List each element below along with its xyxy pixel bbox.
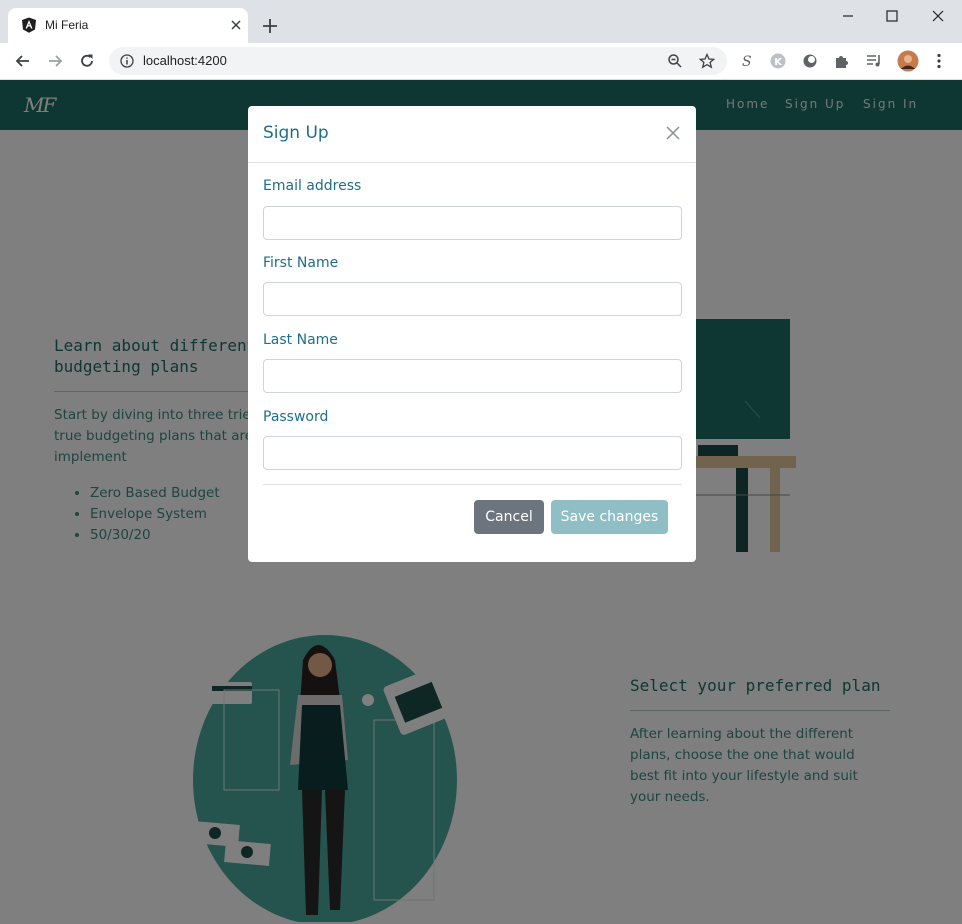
sign-up-modal: Sign Up Email address First Name Last Na… [248,106,696,562]
first-name-label: First Name [263,255,339,271]
site-info-icon[interactable] [120,54,134,68]
extension-circle-icon[interactable] [801,52,819,70]
extension-k-icon[interactable]: K [769,52,787,70]
svg-text:K: K [774,57,783,68]
browser-menu-icon[interactable] [930,52,948,70]
zoom-icon[interactable] [667,53,683,69]
angular-favicon-icon [22,17,36,33]
modal-close-icon[interactable] [664,124,682,142]
modal-title: Sign Up [263,123,329,143]
media-controls-icon[interactable] [865,52,883,70]
window-close-icon[interactable] [928,6,948,26]
browser-toolbar: localhost:4200 S K [0,43,962,80]
password-label: Password [263,409,329,425]
back-icon[interactable] [14,52,32,70]
reload-icon[interactable] [78,52,96,70]
profile-avatar-icon[interactable] [897,50,919,72]
address-bar[interactable]: localhost:4200 [109,47,727,75]
extensions-puzzle-icon[interactable] [833,52,851,70]
modal-header: Sign Up [248,106,696,163]
cancel-button[interactable]: Cancel [474,500,544,534]
extension-s-icon[interactable]: S [737,52,755,70]
minimize-icon[interactable] [838,6,858,26]
password-field[interactable] [263,436,682,470]
maximize-icon[interactable] [882,6,902,26]
email-label: Email address [263,178,362,194]
page-content: MF Home Sign Up Sign In Learn about diff… [0,80,962,924]
forward-icon[interactable] [46,52,64,70]
browser-tabbar: Mi Feria [0,0,962,43]
save-changes-button[interactable]: Save changes [551,500,668,534]
bookmark-star-icon[interactable] [699,53,715,69]
url-text[interactable]: localhost:4200 [143,53,227,68]
email-field[interactable] [263,206,682,240]
last-name-label: Last Name [263,332,338,348]
modal-footer-divider [263,484,682,485]
tab-title: Mi Feria [45,18,89,32]
last-name-field[interactable] [263,359,682,393]
new-tab-icon[interactable] [260,16,280,36]
first-name-field[interactable] [263,282,682,316]
tab-close-icon[interactable] [228,17,244,33]
svg-text:S: S [742,54,752,70]
browser-tab[interactable]: Mi Feria [8,8,248,43]
